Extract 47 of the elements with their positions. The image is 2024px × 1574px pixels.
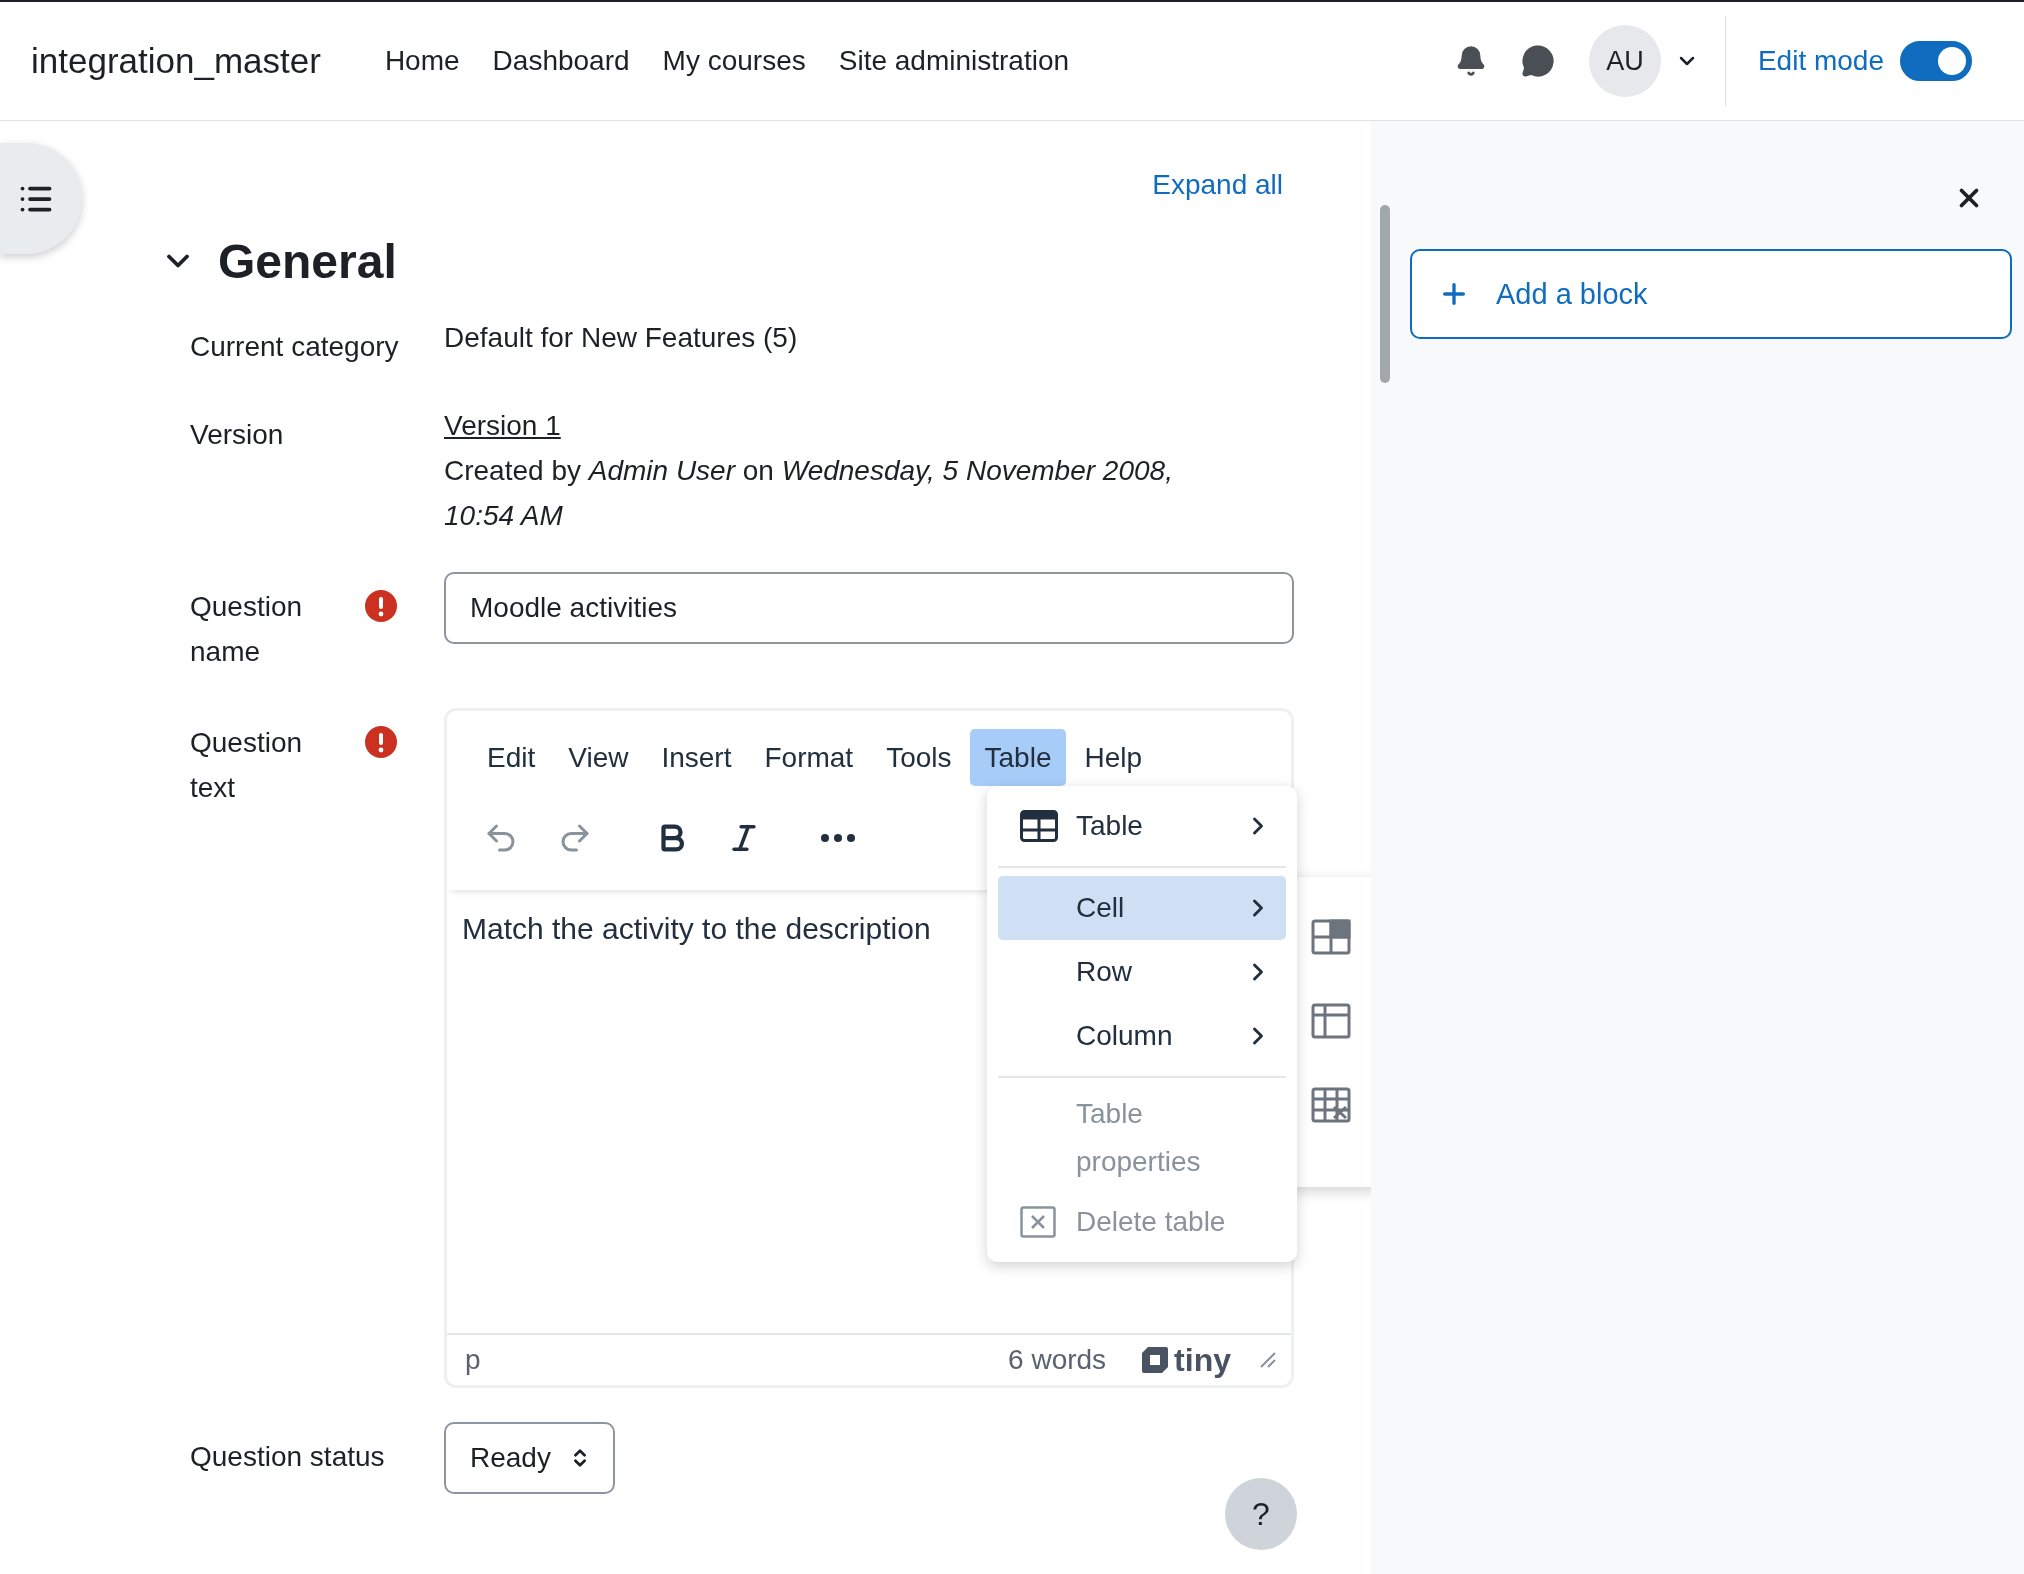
- resize-handle-icon[interactable]: [1259, 1351, 1277, 1369]
- table-header-icon[interactable]: [1311, 1003, 1351, 1039]
- word-count: 6 words: [1008, 1344, 1107, 1376]
- help-button[interactable]: ?: [1225, 1478, 1297, 1550]
- menubar-item[interactable]: Edit: [472, 729, 551, 786]
- edit-mode-label: Edit mode: [1757, 45, 1884, 77]
- tiny-logo: tiny: [1140, 1341, 1231, 1379]
- menubar-item[interactable]: Help: [1069, 729, 1158, 786]
- status-select[interactable]: Ready: [444, 1422, 615, 1494]
- menu-item[interactable]: Table: [998, 794, 1286, 858]
- nav-link[interactable]: Home: [384, 45, 460, 77]
- menu-item[interactable]: Column: [998, 1004, 1286, 1068]
- delete-icon: [1020, 1206, 1056, 1238]
- nav-link[interactable]: Dashboard: [492, 45, 630, 77]
- delete-cell-icon[interactable]: [1311, 1087, 1351, 1123]
- table-icon: [1020, 810, 1058, 842]
- version-link[interactable]: Version 1: [444, 403, 561, 448]
- add-block-button[interactable]: Add a block: [1410, 249, 2012, 339]
- expand-all-link[interactable]: Expand all: [1152, 169, 1283, 201]
- nav-link[interactable]: Site administration: [838, 45, 1070, 77]
- messages-button[interactable]: [1520, 44, 1555, 78]
- field-label: Current category: [190, 330, 400, 364]
- edit-mode-toggle[interactable]: [1900, 41, 1972, 81]
- menubar-item[interactable]: Table: [969, 729, 1067, 786]
- user-avatar[interactable]: AU: [1588, 25, 1661, 97]
- question-name-field[interactable]: Moodle activities: [444, 572, 1294, 644]
- site-name[interactable]: integration_master: [31, 41, 321, 81]
- menu-item[interactable]: Cell: [998, 876, 1286, 940]
- field-label: Question status: [190, 1440, 386, 1474]
- menu-item[interactable]: Row: [998, 940, 1286, 1004]
- element-path: p: [465, 1344, 482, 1376]
- more-icon: [821, 834, 855, 842]
- menubar-item[interactable]: Format: [749, 729, 869, 786]
- menubar-item[interactable]: Tools: [871, 729, 967, 786]
- field-label: Question text: [190, 726, 304, 805]
- section-heading: General: [218, 233, 397, 289]
- field-label: Question name: [190, 590, 304, 669]
- course-index-button[interactable]: [0, 143, 82, 254]
- chat-icon: [1520, 44, 1555, 78]
- menubar-item[interactable]: View: [553, 729, 644, 786]
- version-info: Created by Admin User on Wednesday, 5 November 2008, 10:54 AM: [444, 454, 1174, 533]
- nav-link[interactable]: My courses: [662, 45, 806, 77]
- scrollbar[interactable]: [1380, 205, 1390, 383]
- field-label: Version: [190, 418, 285, 452]
- merge-cells-icon[interactable]: [1311, 919, 1351, 955]
- category-value: Default for New Features (5): [444, 321, 799, 355]
- menubar-item[interactable]: Insert: [646, 729, 747, 786]
